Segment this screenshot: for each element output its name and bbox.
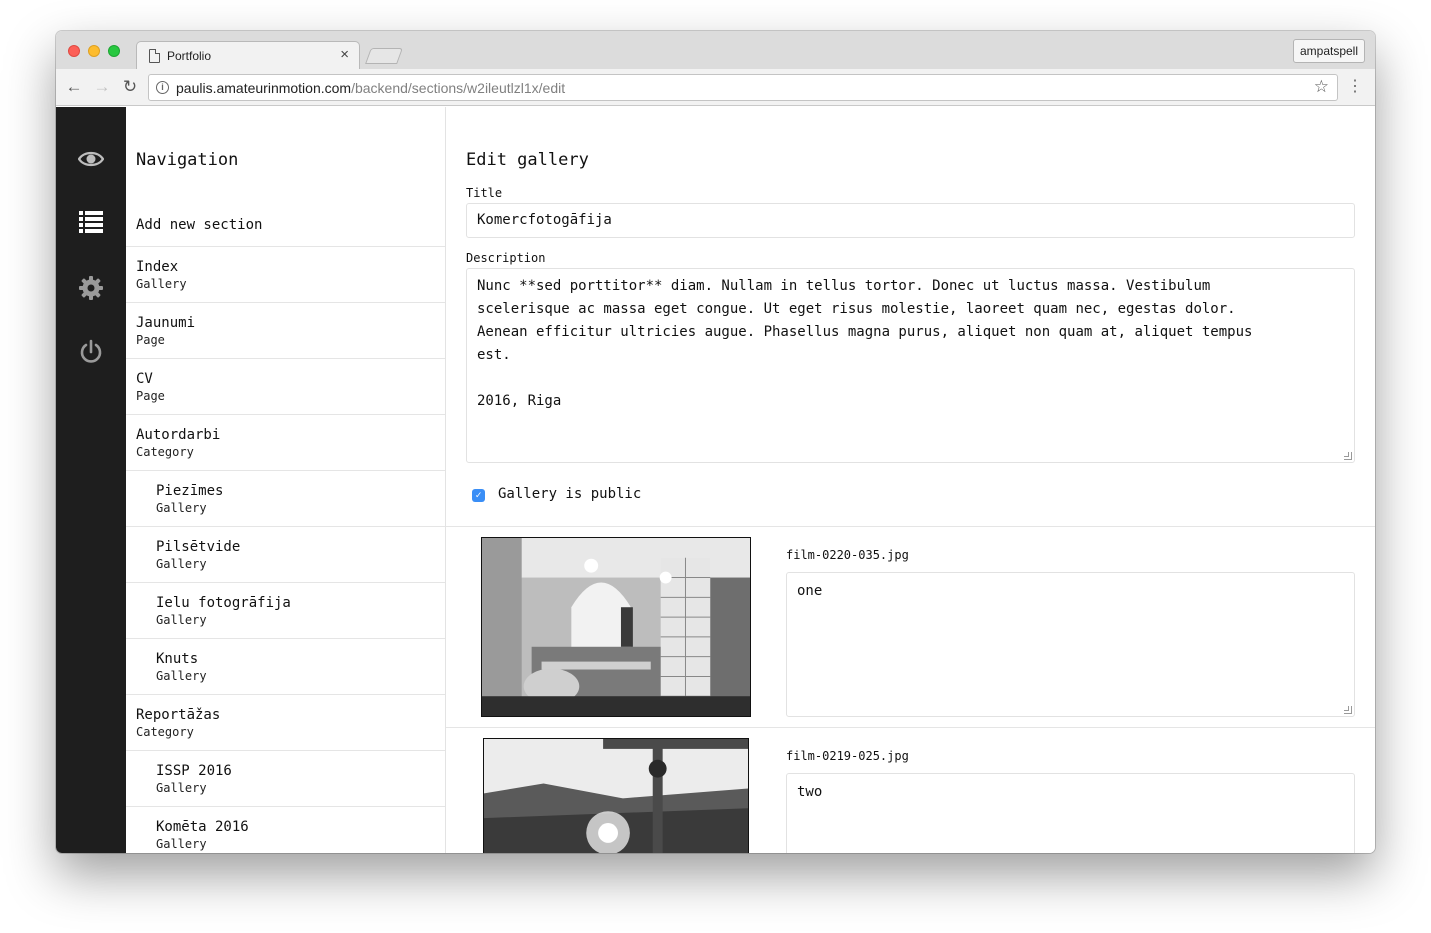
- public-checkbox-label[interactable]: Gallery is public: [498, 486, 641, 502]
- section-item[interactable]: Reportāžas Category: [126, 695, 445, 751]
- browser-window: Portfolio × ampatspell ← → ↻ i paulis.am…: [56, 31, 1375, 853]
- section-item[interactable]: ISSP 2016 Gallery: [126, 751, 445, 807]
- section-type: Page: [136, 333, 165, 347]
- new-tab-button[interactable]: [365, 48, 403, 64]
- section-name: Pilsētvide: [156, 539, 241, 555]
- browser-tab[interactable]: Portfolio ×: [136, 41, 360, 70]
- section-type: Page: [136, 389, 165, 403]
- section-type: Gallery: [136, 277, 187, 291]
- section-item[interactable]: CV Page: [126, 359, 445, 415]
- section-type: Category: [136, 445, 194, 459]
- image-caption-textarea[interactable]: two: [786, 773, 1355, 853]
- section-name: Index: [136, 259, 179, 275]
- title-input[interactable]: Komercfotogāfija: [466, 203, 1355, 238]
- icon-sidebar: [56, 107, 126, 853]
- section-item[interactable]: Jaunumi Page: [126, 303, 445, 359]
- navigation-panel: Navigation Add new section Index Gallery…: [126, 107, 446, 853]
- section-list: Index Gallery Jaunumi Page CV Page Autor…: [126, 246, 445, 853]
- eye-icon[interactable]: [78, 146, 104, 172]
- section-name: CV: [136, 371, 153, 387]
- section-type: Gallery: [156, 557, 207, 571]
- image-filename: film-0219-025.jpg: [786, 749, 909, 763]
- photo-thumbnail[interactable]: [483, 738, 749, 853]
- section-name: ISSP 2016: [156, 763, 232, 779]
- section-name: Ielu fotogrāfija: [156, 595, 291, 611]
- info-icon[interactable]: i: [156, 81, 169, 94]
- tab-close-icon[interactable]: ×: [340, 47, 349, 63]
- browser-toolbar: ← → ↻ i paulis.amateurinmotion.com/backe…: [56, 69, 1375, 106]
- section-item[interactable]: Piezīmes Gallery: [126, 471, 445, 527]
- section-item[interactable]: Pilsētvide Gallery: [126, 527, 445, 583]
- url-host: paulis.amateurinmotion.com: [176, 80, 352, 96]
- url-text[interactable]: paulis.amateurinmotion.com/backend/secti…: [176, 80, 565, 96]
- page-title: Edit gallery: [466, 150, 589, 170]
- minimize-window-button[interactable]: [88, 45, 100, 57]
- url-path: /backend/sections/w2ileutlzl1x/edit: [351, 80, 566, 96]
- section-type: Category: [136, 725, 194, 739]
- gallery-image-row: film-0220-035.jpg one: [446, 526, 1375, 728]
- gear-icon[interactable]: [78, 275, 104, 301]
- image-filename: film-0220-035.jpg: [786, 548, 909, 562]
- section-name: Piezīmes: [156, 483, 224, 499]
- description-label: Description: [466, 251, 546, 265]
- address-bar[interactable]: i paulis.amateurinmotion.com/backend/sec…: [148, 74, 1338, 101]
- section-type: Gallery: [156, 669, 207, 683]
- image-caption-textarea[interactable]: one: [786, 572, 1355, 717]
- title-label: Title: [466, 186, 503, 200]
- section-item[interactable]: Autordarbi Category: [126, 415, 445, 471]
- gallery-image-row: film-0219-025.jpg two: [446, 727, 1375, 853]
- description-textarea[interactable]: Nunc **sed porttitor** diam. Nullam in t…: [466, 268, 1355, 463]
- section-item[interactable]: Ielu fotogrāfija Gallery: [126, 583, 445, 639]
- section-name: Komēta 2016: [156, 819, 249, 835]
- tab-title: Portfolio: [167, 49, 212, 63]
- description-text: Nunc **sed porttitor** diam. Nullam in t…: [477, 278, 1253, 409]
- section-name: Reportāžas: [136, 707, 221, 723]
- image-caption-text: one: [797, 583, 823, 599]
- section-item[interactable]: Index Gallery: [126, 247, 445, 303]
- page-icon: [149, 49, 160, 63]
- forward-arrow-icon[interactable]: →: [92, 77, 112, 97]
- power-icon[interactable]: [78, 339, 104, 365]
- section-name: Jaunumi: [136, 315, 196, 331]
- app-area: Navigation Add new section Index Gallery…: [56, 107, 1375, 853]
- bookmark-star-icon[interactable]: ☆: [1314, 77, 1329, 97]
- section-type: Gallery: [156, 837, 207, 851]
- profile-button[interactable]: ampatspell: [1292, 39, 1365, 63]
- add-section-link[interactable]: Add new section: [136, 217, 262, 233]
- photo-thumbnail[interactable]: [481, 537, 751, 717]
- section-type: Gallery: [156, 613, 207, 627]
- browser-menu-icon[interactable]: ⋮: [1347, 77, 1363, 97]
- section-name: Knuts: [156, 651, 199, 667]
- list-icon[interactable]: [78, 208, 104, 234]
- section-name: Autordarbi: [136, 427, 221, 443]
- edit-gallery-panel: Edit gallery Title Komercfotogāfija Desc…: [446, 107, 1375, 853]
- section-item[interactable]: Komēta 2016 Gallery: [126, 807, 445, 853]
- close-window-button[interactable]: [68, 45, 80, 57]
- section-type: Gallery: [156, 501, 207, 515]
- resize-handle-icon[interactable]: [1344, 706, 1352, 714]
- maximize-window-button[interactable]: [108, 45, 120, 57]
- resize-handle-icon[interactable]: [1344, 452, 1352, 460]
- tab-strip: Portfolio × ampatspell: [56, 31, 1375, 70]
- navigation-heading: Navigation: [136, 150, 239, 170]
- image-caption-text: two: [797, 784, 823, 800]
- back-arrow-icon[interactable]: ←: [64, 77, 84, 97]
- public-checkbox[interactable]: ✓: [472, 489, 485, 502]
- section-item[interactable]: Knuts Gallery: [126, 639, 445, 695]
- section-type: Gallery: [156, 781, 207, 795]
- reload-icon[interactable]: ↻: [120, 77, 140, 97]
